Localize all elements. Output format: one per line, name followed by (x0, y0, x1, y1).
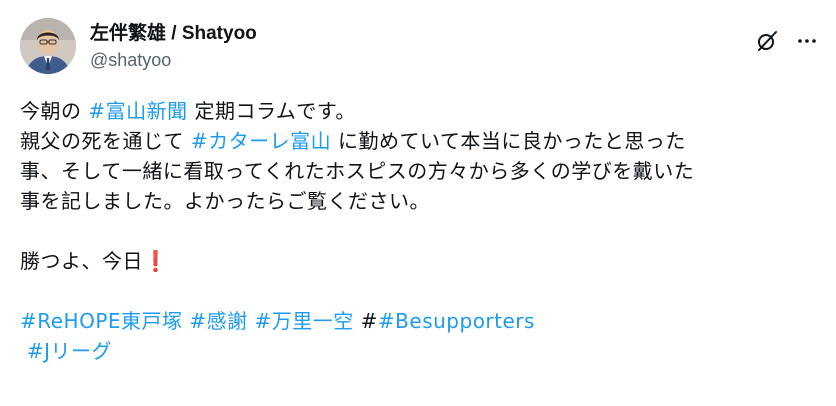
avatar[interactable] (20, 18, 76, 74)
hash-prefix: # (360, 309, 378, 333)
author-handle[interactable]: @shatyoo (90, 48, 257, 72)
avatar-image (20, 18, 76, 74)
post-line-2: 親父の死を通じて #カターレ富山 に勤めていて本当に良かったと思った (20, 126, 820, 156)
post-line-5: 勝つよ、今日❗ (20, 246, 820, 276)
hashtag-kansha[interactable]: #感謝 (189, 309, 247, 333)
post-card: 左伴繁雄 / Shatyoo @shatyoo 今朝の #富山新聞 定期コラムで… (0, 0, 836, 406)
post-header: 左伴繁雄 / Shatyoo @shatyoo (20, 16, 820, 80)
hashtag-rehope[interactable]: #ReHOPE東戸塚 (20, 309, 183, 333)
hashtag-kataller-toyama[interactable]: #カターレ富山 (191, 129, 331, 153)
hashtags-line-2: #Jリーグ (20, 336, 820, 366)
text-segment: に勤めていて本当に良かったと思った (331, 129, 686, 153)
text-segment: 定期コラムです。 (187, 99, 356, 123)
header-actions (754, 28, 820, 54)
more-icon[interactable] (794, 28, 820, 54)
hashtag-j-league[interactable]: #Jリーグ (27, 339, 112, 363)
author-display-name[interactable]: 左伴繁雄 / Shatyoo (90, 22, 257, 46)
hashtags-line: #ReHOPE東戸塚 #感謝 #万里一空 ##Besupporters (20, 306, 820, 336)
post-line-4: 事を記しました。よかったらご覧ください。 (20, 189, 430, 213)
post-line-1: 今朝の #富山新聞 定期コラムです。 (20, 96, 820, 126)
exclamation-icon: ❗ (143, 249, 169, 273)
grok-icon[interactable] (754, 28, 780, 54)
post-line-3: 事、そして一緒に看取ってくれたホスピスの方々から多くの学びを戴いた (20, 159, 695, 183)
post-text: 今朝の #富山新聞 定期コラムです。 親父の死を通じて #カターレ富山 に勤めて… (20, 96, 820, 366)
hashtag-besupporters[interactable]: #Besupporters (378, 309, 535, 333)
text-segment: 今朝の (20, 99, 89, 123)
hashtag-toyama-shimbun[interactable]: #富山新聞 (88, 99, 187, 123)
text-segment: 親父の死を通じて (20, 129, 191, 153)
hashtag-banri-ikku[interactable]: #万里一空 (255, 309, 354, 333)
author-names: 左伴繁雄 / Shatyoo @shatyoo (90, 22, 257, 72)
text-segment: 勝つよ、今日 (20, 249, 143, 273)
